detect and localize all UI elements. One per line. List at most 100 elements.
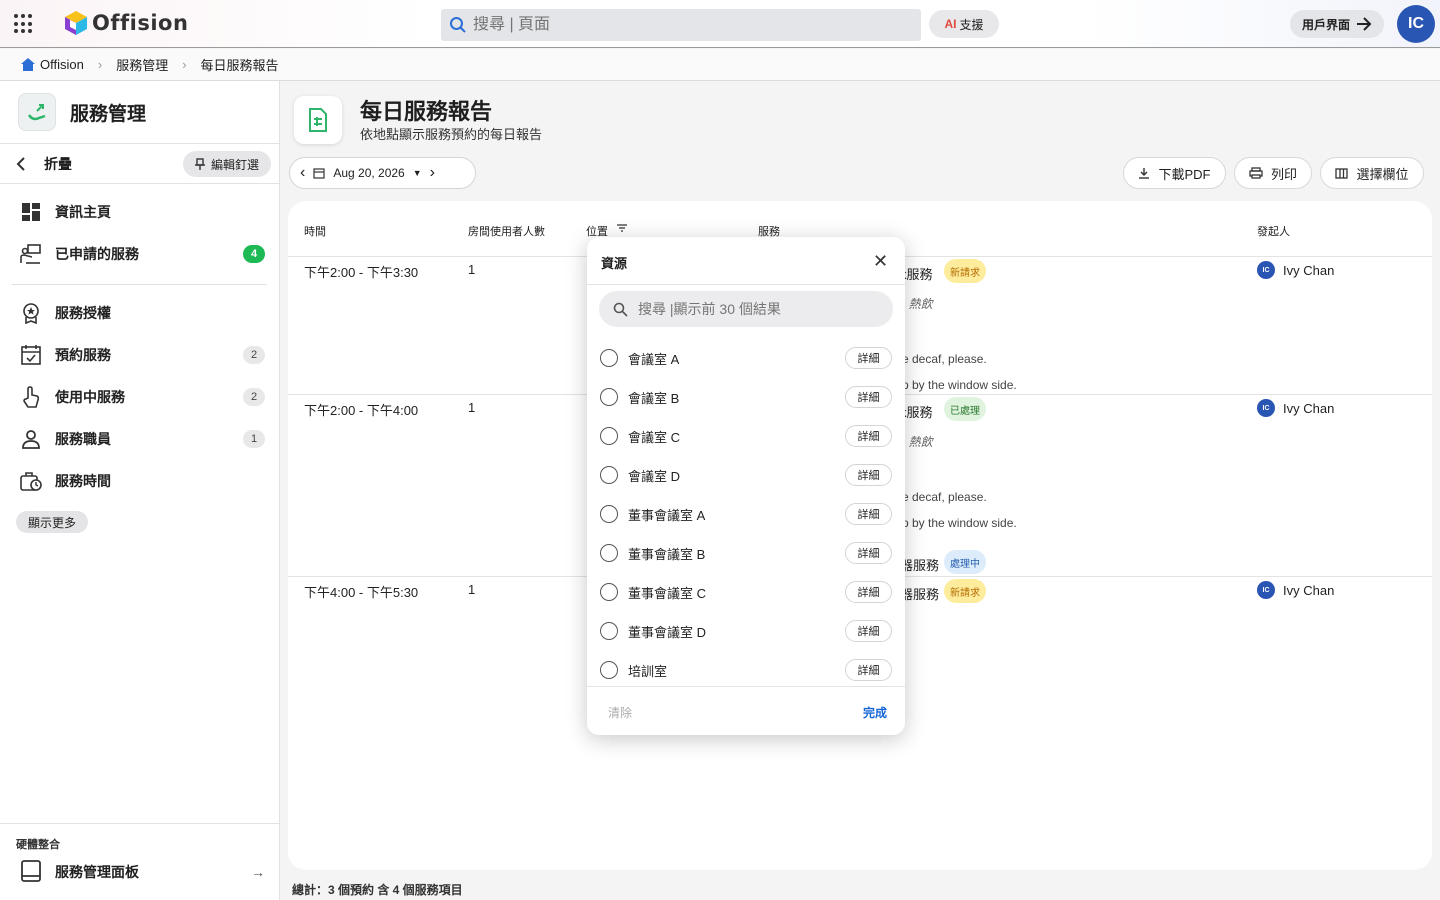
bookings-count: 2 — [243, 346, 265, 364]
radio-button[interactable] — [600, 622, 618, 640]
detail-button[interactable]: 詳細 — [845, 620, 892, 642]
resource-option[interactable]: 董事會議室 D 詳細 — [600, 616, 892, 646]
sidebar-item-active-services[interactable]: 使用中服務 2 — [20, 382, 265, 412]
detail-button[interactable]: 詳細 — [845, 542, 892, 564]
service-note: p by the window side. — [902, 378, 1017, 392]
resource-search-input[interactable] — [638, 301, 878, 317]
chevron-left-icon[interactable] — [16, 157, 26, 171]
sidebar-item-label: 預約服務 — [55, 347, 111, 363]
sidebar-divider — [0, 823, 279, 824]
user-avatar[interactable]: IC — [1397, 5, 1435, 43]
column-header-time[interactable]: 時間 — [304, 223, 326, 239]
done-button[interactable]: 完成 — [863, 704, 887, 721]
requester[interactable]: IC Ivy Chan — [1257, 399, 1334, 417]
sidebar-item-label: 服務管理面板 — [55, 864, 139, 880]
calendar-icon — [313, 168, 325, 179]
breadcrumb-home[interactable]: Offision — [20, 57, 84, 72]
column-header-requester[interactable]: 發起人 — [1257, 223, 1290, 239]
popup-title: 資源 — [601, 256, 628, 271]
touch-icon — [20, 386, 42, 408]
resource-label: 會議室 C — [628, 429, 681, 445]
radio-button[interactable] — [600, 544, 618, 562]
breadcrumb: Offision › 服務管理 › 每日服務報告 — [0, 49, 1440, 81]
close-icon[interactable]: ✕ — [873, 252, 888, 270]
requester[interactable]: IC Ivy Chan — [1257, 261, 1334, 279]
calendar-check-icon — [20, 344, 42, 366]
service-note: p by the window side. — [902, 516, 1017, 530]
sidebar-item-service-panel[interactable]: 服務管理面板 → — [20, 857, 265, 887]
requester-name: Ivy Chan — [1283, 262, 1335, 278]
ai-label: AI — [944, 17, 957, 31]
collapse-label[interactable]: 折疊 — [44, 154, 72, 174]
radio-button[interactable] — [600, 661, 618, 679]
page-subtitle: 依地點顯示服務預約的每日報告 — [360, 127, 543, 142]
resource-option[interactable]: 會議室 B 詳細 — [600, 382, 892, 412]
breadcrumb-service-management[interactable]: 服務管理 — [116, 55, 168, 74]
resource-label: 會議室 D — [628, 468, 681, 484]
ai-support-label: 支援 — [959, 17, 984, 32]
resource-option[interactable]: 董事會議室 B 詳細 — [600, 538, 892, 568]
detail-button[interactable]: 詳細 — [845, 386, 892, 408]
global-search-input[interactable] — [473, 16, 893, 34]
person-icon — [20, 428, 42, 450]
resource-option[interactable]: 培訓室 詳細 — [600, 655, 892, 685]
requester-name: Ivy Chan — [1283, 582, 1335, 598]
print-button[interactable]: 列印 — [1234, 157, 1312, 189]
resource-label: 會議室 B — [628, 390, 680, 406]
detail-button[interactable]: 詳細 — [845, 464, 892, 486]
requester[interactable]: IC Ivy Chan — [1257, 581, 1334, 599]
sidebar-item-service-authorization[interactable]: 服務授權 — [20, 298, 265, 328]
radio-button[interactable] — [600, 349, 618, 367]
detail-button[interactable]: 詳細 — [845, 347, 892, 369]
brand-logo[interactable]: Offision — [64, 10, 188, 36]
app-grid-icon[interactable] — [14, 14, 34, 34]
requester-name: Ivy Chan — [1283, 400, 1335, 416]
resource-option[interactable]: 會議室 D 詳細 — [600, 460, 892, 490]
radio-button[interactable] — [600, 505, 618, 523]
tablet-icon — [20, 859, 42, 885]
selected-date[interactable]: Aug 20, 2026 — [333, 166, 404, 180]
sidebar-item-requested-services[interactable]: 已申請的服務 4 — [20, 239, 265, 269]
edit-pins-button[interactable]: 編輯釘選 — [182, 151, 271, 177]
service-name: 器服務 — [900, 587, 940, 602]
download-pdf-button[interactable]: 下載PDF — [1123, 157, 1226, 189]
sidebar-item-service-hours[interactable]: 服務時間 — [20, 466, 265, 496]
caret-down-icon[interactable]: ▼ — [413, 168, 422, 178]
user-ui-button[interactable]: 用戶界面 — [1290, 10, 1384, 38]
top-bar: Offision AI 支援 用戶界面 IC — [0, 0, 1440, 48]
room-user-count: 1 — [468, 400, 476, 415]
detail-button[interactable]: 詳細 — [845, 425, 892, 447]
radio-button[interactable] — [600, 466, 618, 484]
column-header-users[interactable]: 房間使用者人數 — [468, 223, 545, 239]
resource-search[interactable] — [599, 291, 893, 327]
filter-icon[interactable] — [616, 223, 628, 233]
ai-support-button[interactable]: AI 支援 — [929, 10, 999, 38]
service-note: e decaf, please. — [902, 352, 987, 366]
radio-button[interactable] — [600, 583, 618, 601]
requested-services-count: 4 — [243, 245, 265, 263]
sidebar-item-service-staff[interactable]: 服務職員 1 — [20, 424, 265, 454]
service-request-icon — [20, 243, 42, 265]
print-label: 列印 — [1270, 166, 1297, 182]
radio-button[interactable] — [600, 388, 618, 406]
chevron-right-icon[interactable]: › — [430, 164, 435, 182]
popup-divider — [587, 284, 905, 285]
choose-columns-button[interactable]: 選擇欄位 — [1320, 157, 1424, 189]
show-more-button[interactable]: 顯示更多 — [16, 511, 89, 533]
global-search[interactable] — [441, 9, 921, 41]
resource-option[interactable]: 會議室 C 詳細 — [600, 421, 892, 451]
sidebar-item-dashboard[interactable]: 資訊主頁 — [20, 197, 265, 227]
detail-button[interactable]: 詳細 — [845, 581, 892, 603]
resource-option[interactable]: 董事會議室 A 詳細 — [600, 499, 892, 529]
chevron-left-icon[interactable]: ‹ — [300, 164, 305, 182]
resource-option[interactable]: 會議室 A 詳細 — [600, 343, 892, 373]
radio-button[interactable] — [600, 427, 618, 445]
detail-button[interactable]: 詳細 — [845, 659, 892, 681]
clear-button[interactable]: 清除 — [608, 704, 632, 721]
sidebar-item-label: 已申請的服務 — [55, 246, 139, 262]
resource-option[interactable]: 董事會議室 C 詳細 — [600, 577, 892, 607]
resource-label: 培訓室 — [628, 663, 668, 679]
resource-filter-popup: 資源 ✕ 會議室 A 詳細 會議室 B 詳細 會議室 C 詳細 會議室 D 詳細 董事會… — [587, 237, 905, 735]
sidebar-item-bookings[interactable]: 預約服務 2 — [20, 340, 265, 370]
detail-button[interactable]: 詳細 — [845, 503, 892, 525]
